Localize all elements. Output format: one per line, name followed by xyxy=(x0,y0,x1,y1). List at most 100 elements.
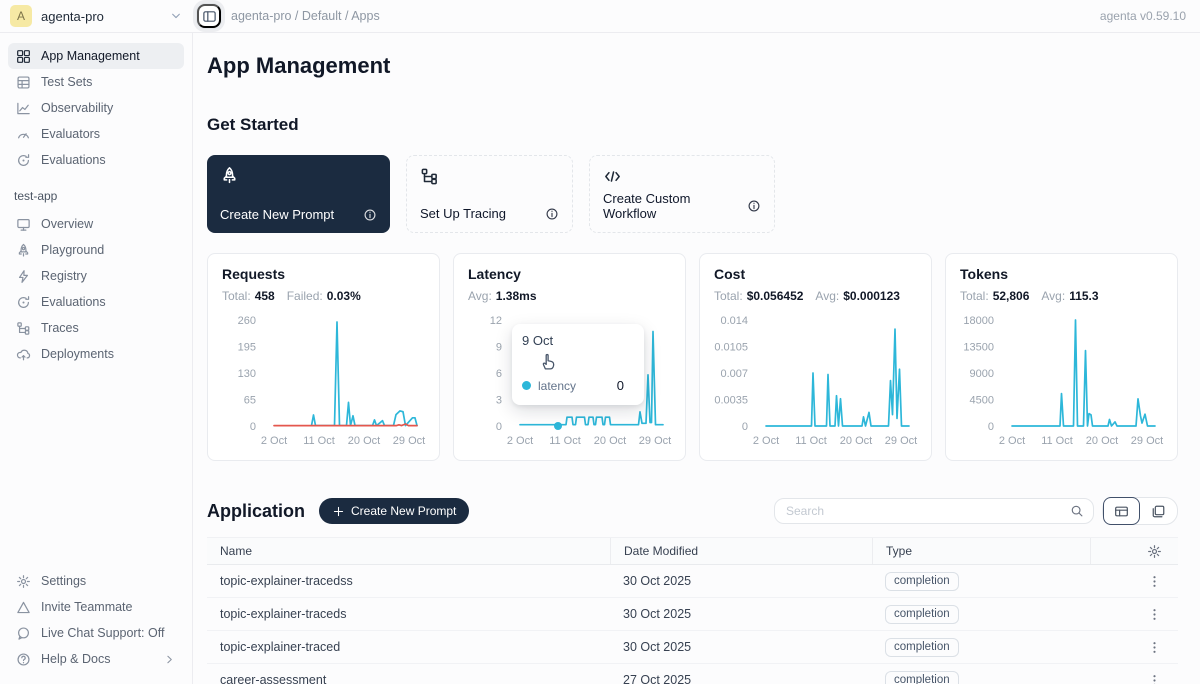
stat-card-metrics: Total:$0.056452 Avg:$0.000123 xyxy=(714,289,900,303)
sidebar-toggle-button[interactable] xyxy=(197,4,221,28)
svg-text:0.0035: 0.0035 xyxy=(714,395,748,407)
sidebar-item-label: Registry xyxy=(41,269,87,283)
column-settings[interactable] xyxy=(1090,538,1178,564)
sidebar-item-evaluators[interactable]: Evaluators xyxy=(8,121,184,147)
refresh-icon xyxy=(16,295,31,310)
info-icon[interactable] xyxy=(747,199,761,213)
stat-card-metrics: Avg:1.38ms xyxy=(468,289,537,303)
row-date-modified: 30 Oct 2025 xyxy=(610,574,872,588)
tree-icon xyxy=(420,167,439,186)
column-header-type[interactable]: Type xyxy=(872,538,1090,564)
svg-text:2 Oct: 2 Oct xyxy=(261,435,287,447)
sidebar-item-label: Settings xyxy=(41,574,86,588)
column-header-date-modified[interactable]: Date Modified xyxy=(610,538,872,564)
stat-card-chart[interactable]: 2601951306502 Oct11 Oct20 Oct29 Oct xyxy=(208,306,441,456)
svg-text:20 Oct: 20 Oct xyxy=(1086,435,1118,447)
stats-cards: RequestsTotal:458Failed:0.03%26019513065… xyxy=(207,253,1178,461)
sidebar-item-registry[interactable]: Registry xyxy=(8,263,184,289)
series-dot xyxy=(522,381,531,390)
chevron-down-icon[interactable] xyxy=(169,9,183,23)
table-row[interactable]: topic-explainer-tracedss30 Oct 2025compl… xyxy=(207,565,1178,598)
row-name: topic-explainer-traced xyxy=(207,640,610,654)
info-icon[interactable] xyxy=(545,207,559,221)
info-icon[interactable] xyxy=(363,208,377,222)
svg-text:260: 260 xyxy=(238,315,256,327)
help-icon xyxy=(16,652,31,667)
svg-text:0: 0 xyxy=(496,421,502,433)
row-name: career-assessment xyxy=(207,673,610,684)
table-row[interactable]: career-assessment27 Oct 2025completion xyxy=(207,664,1178,684)
sidebar-item-evaluations[interactable]: Evaluations xyxy=(8,289,184,315)
rocket-icon xyxy=(16,243,31,258)
workspace-avatar: A xyxy=(10,5,32,27)
gauge-icon xyxy=(16,127,31,142)
sidebar-item-label: Live Chat Support: Off xyxy=(41,626,164,640)
svg-text:2 Oct: 2 Oct xyxy=(507,435,533,447)
table-view-button[interactable] xyxy=(1103,497,1140,525)
sidebar-item-label: Overview xyxy=(41,217,93,231)
table-row[interactable]: topic-explainer-traced30 Oct 2025complet… xyxy=(207,631,1178,664)
card-view-button[interactable] xyxy=(1140,497,1177,525)
sidebar-item-settings[interactable]: Settings xyxy=(8,568,184,594)
sidebar-item-label: Evaluations xyxy=(41,295,106,309)
svg-text:12: 12 xyxy=(490,315,502,327)
svg-text:3: 3 xyxy=(496,395,502,407)
stat-card-title: Cost xyxy=(714,266,745,282)
sidebar-item-live-chat-support-off[interactable]: Live Chat Support: Off xyxy=(8,620,184,646)
metric: Avg:115.3 xyxy=(1041,289,1098,303)
search-input[interactable] xyxy=(786,504,1070,518)
refresh-icon xyxy=(16,153,31,168)
rocket-icon xyxy=(220,166,239,185)
get-started-card-set-up-tracing[interactable]: Set Up Tracing xyxy=(406,155,573,233)
breadcrumb[interactable]: agenta-pro / Default / Apps xyxy=(231,9,380,23)
create-new-prompt-button[interactable]: Create New Prompt xyxy=(319,498,469,524)
type-badge: completion xyxy=(885,605,959,624)
tooltip-date: 9 Oct xyxy=(522,333,634,348)
metric: Total:$0.056452 xyxy=(714,289,803,303)
column-header-name[interactable]: Name xyxy=(207,544,610,558)
table-row[interactable]: topic-explainer-traceds30 Oct 2025comple… xyxy=(207,598,1178,631)
kebab-menu-icon[interactable] xyxy=(1147,574,1162,589)
get-started-card-create-new-prompt[interactable]: Create New Prompt xyxy=(207,155,390,233)
search-icon[interactable] xyxy=(1070,504,1084,518)
tooltip-value: 0 xyxy=(617,378,634,393)
kebab-menu-icon[interactable] xyxy=(1147,673,1162,684)
sidebar-item-label: Invite Teammate xyxy=(41,600,132,614)
sidebar-app-nav: Overview Playground Registry Evaluations Tra… xyxy=(8,211,184,367)
stat-card-latency: LatencyAvg:1.38ms1296302 Oct11 Oct20 Oct… xyxy=(453,253,686,461)
svg-text:0.0105: 0.0105 xyxy=(714,342,748,354)
sidebar-item-overview[interactable]: Overview xyxy=(8,211,184,237)
sidebar-main-nav: App ManagementTest SetsObservabilityEval… xyxy=(8,43,184,173)
sidebar-item-playground[interactable]: Playground xyxy=(8,237,184,263)
kebab-menu-icon[interactable] xyxy=(1147,607,1162,622)
page-title: App Management xyxy=(207,53,1178,79)
workspace-switcher[interactable]: A agenta-pro xyxy=(0,5,193,27)
sidebar-item-invite-teammate[interactable]: Invite Teammate xyxy=(8,594,184,620)
table-icon xyxy=(16,75,31,90)
chart-tooltip: 9 Octlatency0 xyxy=(512,324,644,405)
row-name: topic-explainer-tracedss xyxy=(207,574,610,588)
stat-card-chart[interactable]: 18000135009000450002 Oct11 Oct20 Oct29 O… xyxy=(946,306,1179,456)
stat-card-chart[interactable]: 0.0140.01050.0070.003502 Oct11 Oct20 Oct… xyxy=(700,306,933,456)
get-started-card-create-custom-workflow[interactable]: Create Custom Workflow xyxy=(589,155,775,233)
row-name: topic-explainer-traceds xyxy=(207,607,610,621)
gear-icon[interactable] xyxy=(1147,544,1162,559)
hand-cursor-icon xyxy=(538,352,557,371)
sidebar-item-evaluations[interactable]: Evaluations xyxy=(8,147,184,173)
metric: Failed:0.03% xyxy=(287,289,361,303)
stat-card-cost: Cost Total:$0.056452 Avg:$0.000123 0.014 0.0… xyxy=(699,253,932,461)
chat-icon xyxy=(16,626,31,641)
sidebar-item-test-sets[interactable]: Test Sets xyxy=(8,69,184,95)
stat-card-title: Latency xyxy=(468,266,521,282)
sidebar-item-traces[interactable]: Traces xyxy=(8,315,184,341)
kebab-menu-icon[interactable] xyxy=(1147,640,1162,655)
sidebar-item-app-management[interactable]: App Management xyxy=(8,43,184,69)
svg-text:0: 0 xyxy=(250,421,256,433)
sidebar-item-observability[interactable]: Observability xyxy=(8,95,184,121)
row-date-modified: 30 Oct 2025 xyxy=(610,640,872,654)
sidebar-item-help-docs[interactable]: Help & Docs xyxy=(8,646,184,672)
svg-text:0.014: 0.014 xyxy=(720,315,748,327)
metric: Avg:$0.000123 xyxy=(815,289,900,303)
main-content: App Management Get Started Create New Pr… xyxy=(193,33,1200,684)
sidebar-item-deployments[interactable]: Deployments xyxy=(8,341,184,367)
